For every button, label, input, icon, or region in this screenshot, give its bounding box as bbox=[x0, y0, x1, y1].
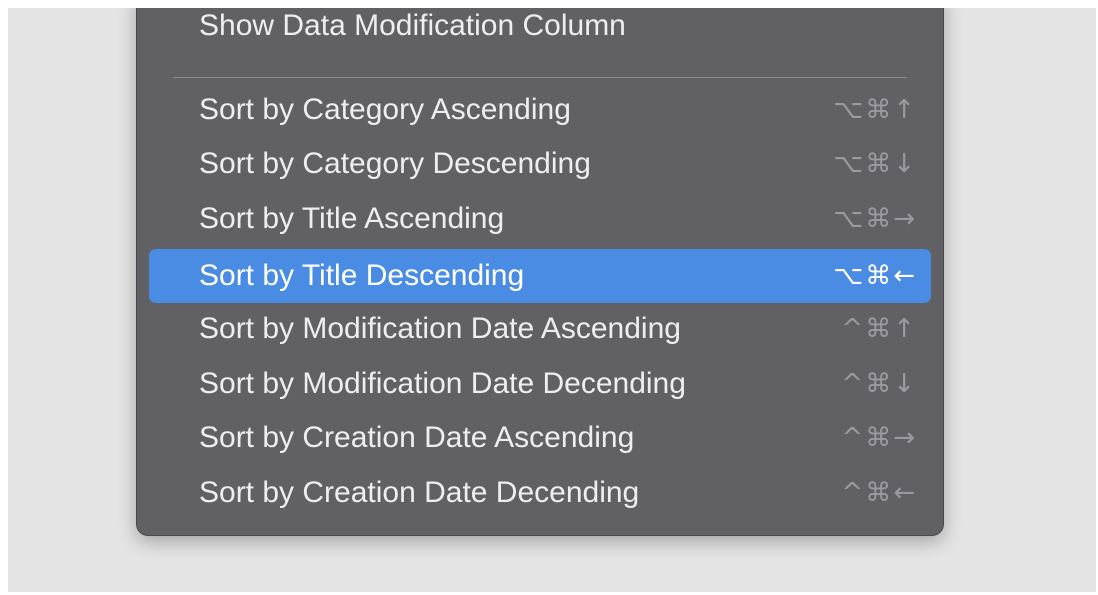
keyboard-shortcut: ^⌘↑ bbox=[841, 314, 917, 344]
keyboard-shortcut: ⌥⌘← bbox=[833, 261, 917, 291]
menu-item-label: Show Data Modification Column bbox=[199, 9, 626, 42]
menu-item-label: Sort by Modification Date Ascending bbox=[199, 312, 681, 345]
menu-item-sort-title-descending[interactable]: Sort by Title Descending ⌥⌘← bbox=[149, 249, 931, 303]
menu-item-label: Sort by Title Ascending bbox=[199, 202, 505, 235]
keyboard-shortcut: ^⌘↓ bbox=[841, 369, 917, 399]
menu-item-label: Sort by Title Descending bbox=[199, 259, 525, 292]
menu-item-sort-modification-date-descending[interactable]: Sort by Modification Date Decending ^⌘↓ bbox=[149, 359, 931, 409]
menu-item-sort-title-ascending[interactable]: Sort by Title Ascending ⌥⌘→ bbox=[149, 194, 931, 244]
menu-item-sort-category-ascending[interactable]: Sort by Category Ascending ⌥⌘↑ bbox=[149, 85, 931, 135]
menu-item-sort-creation-date-descending[interactable]: Sort by Creation Date Decending ^⌘← bbox=[149, 468, 931, 518]
keyboard-shortcut: ^⌘← bbox=[841, 478, 917, 508]
context-menu: Show Data Modification Column Sort by Ca… bbox=[136, 8, 944, 536]
menu-item-label: Sort by Modification Date Decending bbox=[199, 367, 686, 400]
window-backdrop: Show Data Modification Column Sort by Ca… bbox=[8, 8, 1096, 592]
menu-separator bbox=[173, 77, 907, 78]
keyboard-shortcut: ⌥⌘→ bbox=[833, 204, 917, 234]
menu-item-label: Sort by Category Ascending bbox=[199, 93, 571, 126]
menu-item-label: Sort by Creation Date Ascending bbox=[199, 421, 635, 454]
menu-item-sort-creation-date-ascending[interactable]: Sort by Creation Date Ascending ^⌘→ bbox=[149, 413, 931, 463]
menu-item-show-data-modification-column[interactable]: Show Data Modification Column bbox=[149, 8, 931, 51]
menu-item-label: Sort by Creation Date Decending bbox=[199, 476, 640, 509]
menu-item-label: Sort by Category Descending bbox=[199, 147, 591, 180]
menu-item-sort-category-descending[interactable]: Sort by Category Descending ⌥⌘↓ bbox=[149, 139, 931, 189]
keyboard-shortcut: ⌥⌘↓ bbox=[833, 149, 917, 179]
keyboard-shortcut: ⌥⌘↑ bbox=[833, 95, 917, 125]
menu-item-sort-modification-date-ascending[interactable]: Sort by Modification Date Ascending ^⌘↑ bbox=[149, 304, 931, 354]
keyboard-shortcut: ^⌘→ bbox=[841, 423, 917, 453]
